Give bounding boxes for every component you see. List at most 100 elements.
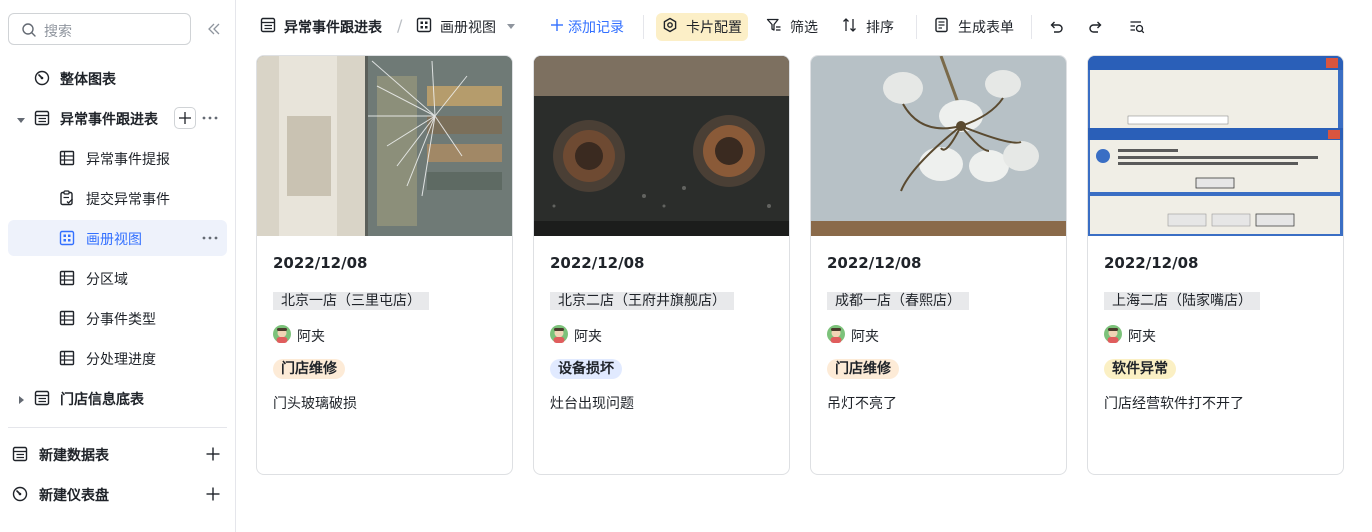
avatar (827, 325, 845, 347)
view-switcher[interactable]: 画册视图 (416, 13, 516, 41)
sidebar-item-incident-report[interactable]: 异常事件提报 (8, 140, 227, 176)
sidebar-item-label: 分区域 (86, 272, 128, 288)
gallery-card[interactable]: 2022/12/08 上海二店（陆家嘴店） 阿夹 软件异常 门店经营软件打不开了 (1087, 55, 1344, 475)
sort-icon (842, 17, 858, 37)
table-icon (34, 110, 50, 130)
card-store: 北京一店（三里屯店） (273, 292, 429, 310)
toolbar: 异常事件跟进表 / 画册视图 添加记录 卡片配置 筛选 排序 生成表单 (236, 0, 1372, 54)
gallery-card[interactable]: 2022/12/08 北京二店（王府井旗舰店） 阿夹 设备损坏 灶台出现问题 (533, 55, 790, 475)
new-data-table-label: 新建数据表 (39, 448, 109, 464)
card-description: 门店经营软件打不开了 (1104, 396, 1244, 412)
new-dashboard-label: 新建仪表盘 (39, 488, 109, 504)
grid-view-icon (59, 270, 75, 290)
grid-view-icon (59, 310, 75, 330)
card-tag: 门店维修 (827, 359, 899, 379)
sidebar-item-label: 提交异常事件 (86, 192, 170, 208)
sidebar-item-label: 整体图表 (60, 72, 116, 88)
search-placeholder: 搜索 (44, 24, 72, 40)
card-tag: 门店维修 (273, 359, 345, 379)
card-tag: 软件异常 (1104, 359, 1176, 379)
card-photo-stove (534, 56, 789, 236)
table-icon (34, 390, 50, 410)
sort-button[interactable]: 排序 (842, 13, 894, 41)
form-icon (59, 190, 75, 210)
card-date: 2022/12/08 (273, 254, 368, 272)
table-icon (260, 17, 276, 37)
card-store: 北京二店（王府井旗舰店） (550, 292, 734, 310)
card-user: 阿夹 (1104, 325, 1156, 346)
search-records-icon[interactable] (1129, 13, 1145, 41)
more-icon[interactable] (200, 229, 220, 247)
sidebar-item-label: 画册视图 (86, 232, 142, 248)
sidebar-item-by-region[interactable]: 分区域 (8, 260, 227, 296)
generate-form-button[interactable]: 生成表单 (934, 13, 1014, 41)
undo-icon[interactable] (1048, 13, 1064, 41)
caret-down-icon[interactable] (16, 113, 26, 129)
card-tag: 设备损坏 (550, 359, 622, 379)
table-name: 异常事件跟进表 (284, 20, 382, 36)
sidebar-item-label: 分事件类型 (86, 312, 156, 328)
filter-icon (766, 17, 782, 37)
card-date: 2022/12/08 (1104, 254, 1199, 272)
form-generate-icon (934, 17, 950, 37)
add-record-label: 添加记录 (568, 20, 624, 36)
card-config-button[interactable]: 卡片配置 (656, 13, 748, 41)
card-description: 灶台出现问题 (550, 396, 634, 412)
sidebar-item-store-info-table[interactable]: 门店信息底表 (8, 380, 227, 416)
table-icon (12, 446, 28, 466)
gallery-card[interactable]: 2022/12/08 北京一店（三里屯店） 阿夹 门店维修 门头玻璃破损 (256, 55, 513, 475)
generate-form-label: 生成表单 (958, 20, 1014, 36)
sidebar-item-label: 门店信息底表 (60, 392, 144, 408)
sidebar-item-submit-incident[interactable]: 提交异常事件 (8, 180, 227, 216)
sidebar-search-row: 搜索 (8, 13, 228, 45)
card-description: 门头玻璃破损 (273, 396, 357, 412)
card-photo-chandelier (811, 56, 1066, 236)
sidebar-item-by-progress[interactable]: 分处理进度 (8, 340, 227, 376)
dashboard-gauge-icon (34, 70, 50, 90)
new-data-table-button[interactable]: 新建数据表 (0, 436, 236, 472)
card-store: 成都一店（春熙店） (827, 292, 969, 310)
card-description: 吊灯不亮了 (827, 396, 897, 412)
double-chevron-left-icon[interactable] (204, 19, 224, 39)
new-dashboard-button[interactable]: 新建仪表盘 (0, 476, 236, 512)
sidebar-item-overall-chart[interactable]: 整体图表 (8, 60, 227, 96)
plus-icon[interactable] (205, 446, 221, 466)
grid-view-icon (59, 150, 75, 170)
redo-icon[interactable] (1088, 13, 1104, 41)
breadcrumb-table[interactable]: 异常事件跟进表 (260, 13, 382, 41)
sidebar-item-gallery-view[interactable]: 画册视图 (8, 220, 227, 256)
sidebar-item-label: 分处理进度 (86, 352, 156, 368)
card-user-name: 阿夹 (297, 329, 325, 345)
sidebar-item-incident-table[interactable]: 异常事件跟进表 (8, 100, 227, 136)
search-icon (21, 22, 37, 42)
gear-icon (662, 17, 678, 37)
plus-icon[interactable] (205, 486, 221, 506)
card-user-name: 阿夹 (574, 329, 602, 345)
search-input[interactable]: 搜索 (8, 13, 191, 45)
gallery-icon (59, 230, 75, 250)
more-icon[interactable] (200, 109, 220, 127)
gallery-card[interactable]: 2022/12/08 成都一店（春熙店） 阿夹 门店维修 吊灯不亮了 (810, 55, 1067, 475)
card-date: 2022/12/08 (550, 254, 645, 272)
filter-button[interactable]: 筛选 (766, 13, 818, 41)
filter-label: 筛选 (790, 20, 818, 36)
card-photo-broken-glass (257, 56, 512, 236)
sidebar-item-label: 异常事件跟进表 (60, 112, 158, 128)
sidebar-item-label: 异常事件提报 (86, 152, 170, 168)
avatar (550, 325, 568, 347)
add-view-button[interactable] (174, 107, 196, 129)
sidebar-item-by-event-type[interactable]: 分事件类型 (8, 300, 227, 336)
card-date: 2022/12/08 (827, 254, 922, 272)
add-record-button[interactable]: 添加记录 (550, 13, 624, 41)
breadcrumb-separator: / (397, 16, 403, 35)
caret-down-icon (506, 19, 516, 35)
gallery-icon (416, 17, 432, 37)
grid-view-icon (59, 350, 75, 370)
sort-label: 排序 (866, 20, 894, 36)
caret-right-icon[interactable] (16, 393, 26, 409)
plus-icon (550, 18, 564, 36)
card-config-label: 卡片配置 (686, 20, 742, 36)
card-user: 阿夹 (827, 325, 879, 347)
card-user: 阿夹 (550, 325, 602, 347)
view-name: 画册视图 (440, 20, 496, 36)
